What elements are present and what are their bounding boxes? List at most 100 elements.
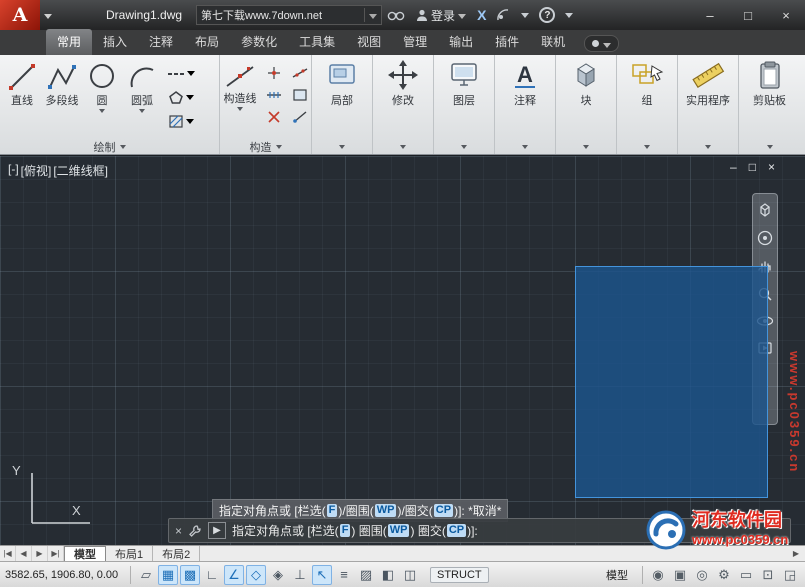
3d-object-snap-toggle[interactable]: ◈ <box>268 565 288 585</box>
autocad-logo[interactable]: A <box>0 0 40 30</box>
tab-home[interactable]: 常用 <box>46 29 92 55</box>
steering-wheel-icon[interactable] <box>757 230 773 246</box>
viewcube-icon[interactable] <box>756 202 774 218</box>
quick-properties-toggle[interactable]: ◧ <box>378 565 398 585</box>
utilities-button[interactable]: 实用程序 <box>680 57 736 108</box>
object-snap-toggle[interactable]: ◇ <box>246 565 266 585</box>
tab-view[interactable]: 视图 <box>346 29 392 55</box>
tab-online[interactable]: 联机 <box>530 29 576 55</box>
polygon-flyout-button[interactable] <box>166 87 196 108</box>
xmark-tool-button[interactable] <box>262 107 286 127</box>
app-menu-arrow-icon[interactable] <box>44 8 52 22</box>
search-dropdown-icon[interactable] <box>369 8 377 22</box>
group-button[interactable]: 组 <box>619 57 675 108</box>
ray-tool-button[interactable] <box>288 107 312 127</box>
annotation-scale-button[interactable]: ◎ <box>692 565 712 585</box>
option-f[interactable]: F <box>340 524 351 537</box>
option-cp[interactable]: CP <box>434 504 453 517</box>
panel-modify-footer[interactable] <box>373 139 433 154</box>
communication-center-icon[interactable] <box>491 0 516 30</box>
measure-tool-button[interactable] <box>262 85 286 105</box>
first-tab-button[interactable]: |◀ <box>0 546 16 561</box>
viewport-menu-control[interactable]: [-] <box>8 162 19 179</box>
annotation-visibility-button[interactable]: ◉ <box>648 565 668 585</box>
tab-insert[interactable]: 插入 <box>92 29 138 55</box>
restore-button[interactable]: □ <box>729 0 767 30</box>
circle-dropdown-icon[interactable] <box>99 109 105 113</box>
tab-scroll-right-button[interactable]: ▶ <box>787 546 805 561</box>
help-button[interactable]: ? <box>534 0 560 30</box>
sign-in-arrow-icon[interactable] <box>458 8 466 22</box>
panel-layers-footer[interactable] <box>434 139 494 154</box>
recent-commands-icon[interactable]: ▶ <box>208 522 226 539</box>
infer-constraints-toggle[interactable]: ▱ <box>136 565 156 585</box>
modify-button[interactable]: 修改 <box>375 57 431 108</box>
linetype-flyout-button[interactable] <box>166 63 196 84</box>
dynamic-ucs-toggle[interactable]: ⊥ <box>290 565 310 585</box>
option-f[interactable]: F <box>327 504 338 517</box>
clipboard-button[interactable]: 剪贴板 <box>741 57 798 108</box>
transparency-toggle[interactable]: ▨ <box>356 565 376 585</box>
tab-toolsets[interactable]: 工具集 <box>288 29 346 55</box>
tab-model[interactable]: 模型 <box>64 546 106 561</box>
panel-block-footer[interactable] <box>556 139 616 154</box>
option-wp[interactable]: WP <box>375 504 397 517</box>
viewport-view-control[interactable]: [俯视] <box>21 162 52 179</box>
selection-cycling-toggle[interactable]: ◫ <box>400 565 420 585</box>
tab-layout2[interactable]: 布局2 <box>153 546 200 561</box>
command-close-icon[interactable]: × <box>175 524 182 538</box>
panel-clipboard-footer[interactable] <box>739 139 800 154</box>
wrench-icon[interactable] <box>188 524 202 538</box>
ortho-mode-toggle[interactable]: ∟ <box>202 565 222 585</box>
close-button[interactable]: × <box>767 0 805 30</box>
layers-button[interactable]: 图层 <box>436 57 492 108</box>
option-wp[interactable]: WP <box>388 524 410 537</box>
lineweight-toggle[interactable]: ≡ <box>334 565 354 585</box>
hatch-flyout-button[interactable] <box>166 111 196 132</box>
panel-utilities-footer[interactable] <box>678 139 738 154</box>
tab-parametric[interactable]: 参数化 <box>230 29 288 55</box>
tab-layout[interactable]: 布局 <box>184 29 230 55</box>
ribbon-display-toggle[interactable] <box>584 35 619 52</box>
prev-tab-button[interactable]: ◀ <box>16 546 32 561</box>
point-tool-button[interactable] <box>262 63 286 83</box>
panel-annotation-footer[interactable] <box>495 139 555 154</box>
annotation-button[interactable]: A 注释 <box>497 57 553 108</box>
construction-line-button[interactable]: 构造线 <box>222 57 258 111</box>
last-tab-button[interactable]: ▶| <box>48 546 64 561</box>
line-button[interactable]: 直线 <box>2 57 42 107</box>
grid-display-toggle[interactable]: ▩ <box>180 565 200 585</box>
annotation-autoscale-button[interactable]: ▣ <box>670 565 690 585</box>
exchange-apps-icon[interactable]: X <box>472 7 491 23</box>
tab-layout1[interactable]: 布局1 <box>106 546 153 561</box>
clean-screen-button[interactable]: ◲ <box>780 565 800 585</box>
next-tab-button[interactable]: ▶ <box>32 546 48 561</box>
toolbar-lock-button[interactable]: ▭ <box>736 565 756 585</box>
circle-button[interactable]: 圆 <box>82 57 122 113</box>
help-arrow-icon[interactable] <box>560 0 578 30</box>
model-space-button[interactable]: 模型 <box>597 564 637 586</box>
viewport-restore-button[interactable]: □ <box>749 160 756 174</box>
polyline-button[interactable]: 多段线 <box>42 57 82 107</box>
panel-partial-footer[interactable] <box>312 139 372 154</box>
struct-button[interactable]: STRUCT <box>430 567 489 583</box>
panel-construction-footer[interactable]: 构造 <box>220 139 311 154</box>
comm-center-arrow-icon[interactable] <box>516 0 534 30</box>
region-tool-button[interactable] <box>288 85 312 105</box>
panel-draw-footer[interactable]: 绘制 <box>0 139 219 154</box>
block-button[interactable]: 块 <box>558 57 614 108</box>
tab-plugins[interactable]: 插件 <box>484 29 530 55</box>
viewport-visualstyle-control[interactable]: [二维线框] <box>53 162 108 179</box>
infocenter-search-input[interactable]: 第七下载www.7down.net <box>196 5 382 25</box>
workspace-switching-button[interactable]: ⚙ <box>714 565 734 585</box>
partial-button[interactable]: 局部 <box>314 57 370 108</box>
viewport-close-button[interactable]: × <box>768 160 775 174</box>
tab-manage[interactable]: 管理 <box>392 29 438 55</box>
tab-annotate[interactable]: 注释 <box>138 29 184 55</box>
tab-output[interactable]: 输出 <box>438 29 484 55</box>
binoculars-icon[interactable] <box>382 0 410 30</box>
panel-group-footer[interactable] <box>617 139 677 154</box>
isolate-objects-button[interactable]: ⊡ <box>758 565 778 585</box>
construction-line-dropdown-icon[interactable] <box>237 107 243 111</box>
arc-button[interactable]: 圆弧 <box>122 57 162 113</box>
